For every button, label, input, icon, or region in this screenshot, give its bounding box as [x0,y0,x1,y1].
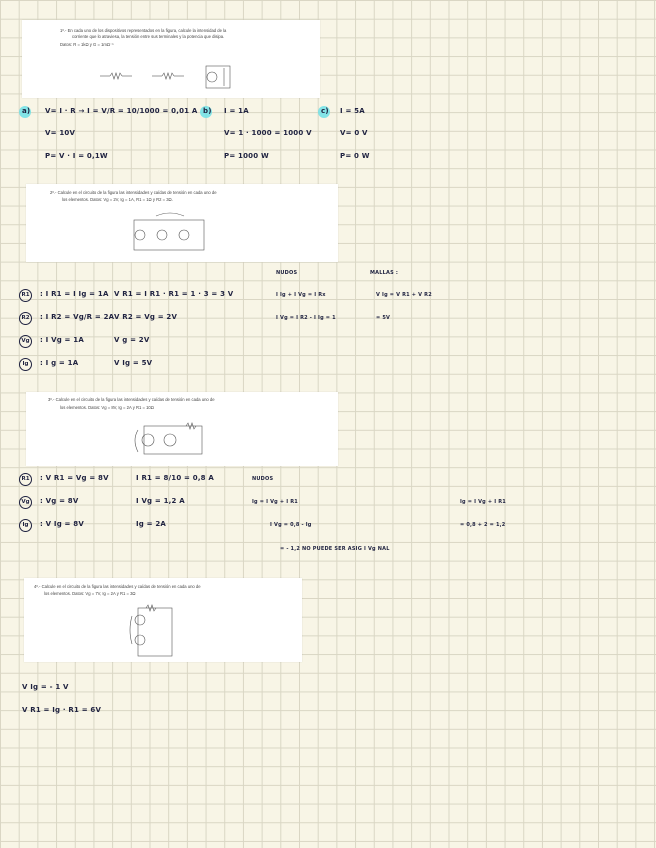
part-b-eq-3: P= 1000 W [224,152,269,160]
p2-row-cell: V Ig = V R1 + V R2 [376,292,432,298]
p3-row-cell: Ig = 2A [136,520,167,528]
part-b-label: b) [203,107,212,115]
p2-nudos-header: NUDOS [276,270,298,276]
p2-row-badge: R1 [19,289,32,302]
p4-line-1: V Ig = - 1 V [22,683,69,691]
part-c-label: c) [321,107,329,115]
problem-4-card: 4º.- Calcule en el circuito de la figura… [24,578,302,662]
problem-2-figure [133,212,205,251]
p2-row-cell: I Vg = I R2 - I Ig = 1 [276,315,336,321]
p3-row-cell: I Vg = 1,2 A [136,497,185,505]
p4-line-2: V R1 = Ig · R1 = 6V [22,706,102,714]
part-a-label: a) [22,107,31,115]
part-a-eq-1: V= I · R → I = V/R = 10/1000 = 0,01 A [45,107,198,115]
p2-row-cell: V R1 = I R1 · R1 = 1 · 3 = 3 V [114,290,234,298]
problem-3-line-1: 3º.- Calcule en el circuito de la figura… [48,397,215,402]
p2-row-cell: : I g = 1A [40,359,79,367]
p3-row-cell: Ig = I Vg + I R1 [460,499,506,505]
problem-1-figure [100,65,231,89]
p2-row-cell: V g = 2V [114,336,150,344]
p3-note: = - 1,2 NO PUEDE SER ASIG I Vg NAL [280,546,390,552]
p3-row-badge: R1 [19,473,32,486]
p2-row-cell: : I R2 = Vg/R = 2A [40,313,115,321]
part-b-eq-1: I = 1A [224,107,249,115]
p2-row-cell: : I Vg = 1A [40,336,84,344]
p3-row-badge: Ig [19,519,32,532]
part-c-eq-1: I = 5A [340,107,365,115]
problem-1-line-2: corriente que lo atraviesa, la tensión e… [72,34,225,39]
part-c-eq-3: P= 0 W [340,152,370,160]
problem-4-line-1: 4º.- Calcule en el circuito de la figura… [34,584,201,589]
p2-row-cell: = 5V [376,315,391,321]
part-a-eq-2: V= 10V [45,129,76,137]
p3-row-cell: I R1 = 8/10 = 0,8 A [136,474,215,482]
part-a-eq-3: P= V · I = 0,1W [45,152,108,160]
problem-3-card: 3º.- Calcule en el circuito de la figura… [26,392,338,466]
p3-row-cell: I Vg = 0,8 - Ig [270,522,312,528]
p2-row-cell: V Ig = 5V [114,359,153,367]
part-c-eq-2: V= 0 V [340,129,368,137]
p2-row-cell: : I R1 = I Ig = 1A [40,290,109,298]
p3-row-cell: Ig = I Vg + I R1 [252,499,298,505]
p2-row-badge: R2 [19,312,32,325]
p3-row-cell: : V R1 = Vg = 8V [40,474,109,482]
p3-row-badge: Vg [19,496,32,509]
problem-2-line-2: los elementos. Datos: Vg = 2V, Ig = 1A, … [62,197,173,202]
part-b-eq-2: V= 1 · 1000 = 1000 V [224,129,312,137]
p3-row-cell: : Vg = 8V [40,497,79,505]
problem-3-line-2: los elementos. Datos: Vg = 8V, Ig = 2A y… [60,405,154,410]
p2-row-badge: Ig [19,358,32,371]
problem-2-card: 2º.- Calcule en el circuito de la figura… [26,184,338,262]
p3-row-cell: : V Ig = 8V [40,520,84,528]
p2-row-cell: V R2 = Vg = 2V [114,313,178,321]
problem-2-line-1: 2º.- Calcule en el circuito de la figura… [50,190,217,195]
p2-mallas-header: MALLAS : [370,270,399,276]
p2-row-badge: Vg [19,335,32,348]
problem-4-figure [129,604,173,657]
problem-1-line-3: Datos: R = 1kΩ y G = 1mΩ⁻¹ [60,42,114,47]
problem-3-figure [134,422,203,455]
p2-row-cell: I Ig + I Vg = I Rx [276,292,326,298]
problem-1-card: 1º.- En cada uno de los dispositivos rep… [22,20,320,98]
p3-row-cell: = 0,8 + 2 = 1,2 [460,522,506,528]
p3-row-cell: NUDOS [252,476,274,482]
problem-4-line-2: los elementos. Datos: Vg = 7V, Ig = 2A y… [44,591,136,596]
